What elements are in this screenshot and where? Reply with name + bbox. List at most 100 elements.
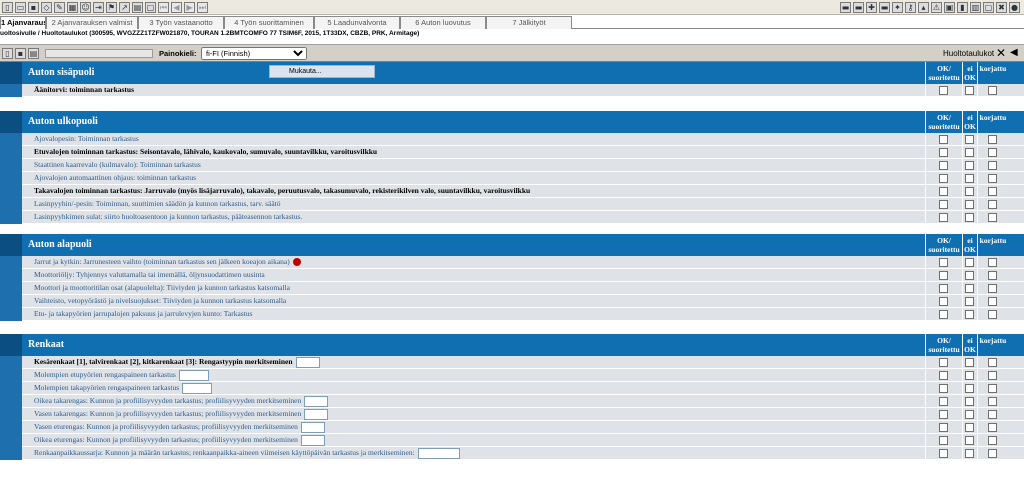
corrected-checkbox[interactable] <box>988 410 997 419</box>
tools-icon[interactable]: ✚ <box>866 2 877 13</box>
ok-checkbox[interactable] <box>939 371 948 380</box>
task-link[interactable]: Molempien takapyörien rengaspaineen tark… <box>34 383 179 392</box>
corrected-checkbox[interactable] <box>988 284 997 293</box>
page-icon[interactable]: ▯ <box>2 2 13 13</box>
not-ok-checkbox[interactable] <box>965 271 974 280</box>
task-link[interactable]: Etu- ja takapyörien jarrupalojen paksuus… <box>34 309 252 318</box>
corrected-checkbox[interactable] <box>988 384 997 393</box>
folder-icon[interactable]: ▭ <box>15 2 26 13</box>
not-ok-checkbox[interactable] <box>965 135 974 144</box>
corrected-checkbox[interactable] <box>988 423 997 432</box>
save-icon[interactable]: ▪ <box>28 2 39 13</box>
flag-icon[interactable]: ⚑ <box>106 2 117 13</box>
collapse-arrow-icon[interactable]: ◀ <box>1010 47 1018 58</box>
not-ok-checkbox[interactable] <box>965 161 974 170</box>
ok-checkbox[interactable] <box>939 86 948 95</box>
export-icon[interactable]: ⇥ <box>93 2 104 13</box>
ok-checkbox[interactable] <box>939 174 948 183</box>
print-icon[interactable]: ▤ <box>132 2 143 13</box>
corrected-checkbox[interactable] <box>988 449 997 458</box>
measurement-input[interactable] <box>296 357 320 368</box>
ok-checkbox[interactable] <box>939 358 948 367</box>
not-ok-checkbox[interactable] <box>965 148 974 157</box>
task-link[interactable]: Lasinpyyhkimen sulat: siirto huoltoasent… <box>34 212 302 221</box>
not-ok-checkbox[interactable] <box>965 358 974 367</box>
corrected-checkbox[interactable] <box>988 174 997 183</box>
ok-checkbox[interactable] <box>939 310 948 319</box>
tab-1[interactable]: 1 Ajanvaraus <box>0 16 46 29</box>
customize-menu-item[interactable]: Mukauta... <box>269 65 375 78</box>
ok-checkbox[interactable] <box>939 161 948 170</box>
tab-6[interactable]: 6 Auton luovutus <box>400 16 486 29</box>
corrected-checkbox[interactable] <box>988 135 997 144</box>
corrected-checkbox[interactable] <box>988 271 997 280</box>
not-ok-checkbox[interactable] <box>965 423 974 432</box>
ok-checkbox[interactable] <box>939 200 948 209</box>
ok-checkbox[interactable] <box>939 297 948 306</box>
car-green-icon[interactable]: ▬ <box>879 2 890 13</box>
globe-icon[interactable]: ● <box>1009 2 1020 13</box>
corrected-checkbox[interactable] <box>988 187 997 196</box>
not-ok-checkbox[interactable] <box>965 449 974 458</box>
close-icon[interactable]: ✕ <box>996 46 1006 60</box>
ok-checkbox[interactable] <box>939 397 948 406</box>
trend-icon[interactable]: ↗ <box>119 2 130 13</box>
not-ok-checkbox[interactable] <box>965 284 974 293</box>
print-icon[interactable]: ▤ <box>28 48 39 59</box>
wrench-icon[interactable]: ✦ <box>892 2 903 13</box>
not-ok-checkbox[interactable] <box>965 310 974 319</box>
task-link[interactable]: Staattinen kaarrevalo (kulmavalo): Toimi… <box>34 160 201 169</box>
measurement-input[interactable] <box>301 435 325 446</box>
ok-checkbox[interactable] <box>939 258 948 267</box>
next-icon[interactable]: ▶ <box>184 2 195 13</box>
tab-5[interactable]: 5 Laadunvalvonta <box>314 16 400 29</box>
corrected-checkbox[interactable] <box>988 258 997 267</box>
corrected-checkbox[interactable] <box>988 213 997 222</box>
corrected-checkbox[interactable] <box>988 148 997 157</box>
user-icon[interactable]: ☺ <box>80 2 91 13</box>
not-ok-checkbox[interactable] <box>965 436 974 445</box>
car-blue-icon[interactable]: ▬ <box>853 2 864 13</box>
corrected-checkbox[interactable] <box>988 310 997 319</box>
tag-icon[interactable]: ◇ <box>41 2 52 13</box>
not-ok-checkbox[interactable] <box>965 200 974 209</box>
tab-2[interactable]: 2 Ajanvarauksen valmist <box>46 16 138 29</box>
task-link[interactable]: Lasinpyyhin/-pesin: Toiminnan, suuttimie… <box>34 199 281 208</box>
task-link[interactable]: Jarrut ja kytkin: Jarrunesteen vaihto (t… <box>34 257 290 266</box>
not-ok-checkbox[interactable] <box>965 397 974 406</box>
measurement-input[interactable] <box>179 370 209 381</box>
calendar-icon[interactable]: ▥ <box>970 2 981 13</box>
task-link[interactable]: Vasen takarengas: Kunnon ja profiilisyvy… <box>34 409 301 418</box>
ok-checkbox[interactable] <box>939 410 948 419</box>
ok-checkbox[interactable] <box>939 135 948 144</box>
ok-checkbox[interactable] <box>939 187 948 196</box>
close-red-icon[interactable]: ✖ <box>996 2 1007 13</box>
ok-checkbox[interactable] <box>939 148 948 157</box>
task-link[interactable]: Molempien etupyörien rengaspaineen tarka… <box>34 370 176 379</box>
page-icon[interactable]: ▯ <box>2 48 13 59</box>
corrected-checkbox[interactable] <box>988 358 997 367</box>
table-icon[interactable]: ▦ <box>67 2 78 13</box>
car-icon[interactable]: ▬ <box>840 2 851 13</box>
not-ok-checkbox[interactable] <box>965 213 974 222</box>
task-link[interactable]: Renkaanpaikkaussarja: Kunnon ja määrän t… <box>34 448 415 457</box>
task-link[interactable]: Vaihteisto, vetopyörästö ja nivelsuojuks… <box>34 296 286 305</box>
box-icon[interactable]: ▣ <box>944 2 955 13</box>
first-icon[interactable]: ⏮ <box>158 2 169 13</box>
not-ok-checkbox[interactable] <box>965 410 974 419</box>
corrected-checkbox[interactable] <box>988 297 997 306</box>
ok-checkbox[interactable] <box>939 449 948 458</box>
doc-icon[interactable]: ▢ <box>145 2 156 13</box>
task-link[interactable]: Moottori ja moottoritilan osat (alapuole… <box>34 283 290 292</box>
measurement-input[interactable] <box>182 383 212 394</box>
measurement-input[interactable] <box>304 409 328 420</box>
not-ok-checkbox[interactable] <box>965 384 974 393</box>
not-ok-checkbox[interactable] <box>965 297 974 306</box>
key-icon[interactable]: ⚷ <box>905 2 916 13</box>
ok-checkbox[interactable] <box>939 436 948 445</box>
corrected-checkbox[interactable] <box>988 86 997 95</box>
task-link[interactable]: Ajovalojen automaattinen ohjaus: toiminn… <box>34 173 196 182</box>
not-ok-checkbox[interactable] <box>965 371 974 380</box>
corrected-checkbox[interactable] <box>988 397 997 406</box>
tab-4[interactable]: 4 Työn suorittaminen <box>224 16 314 29</box>
